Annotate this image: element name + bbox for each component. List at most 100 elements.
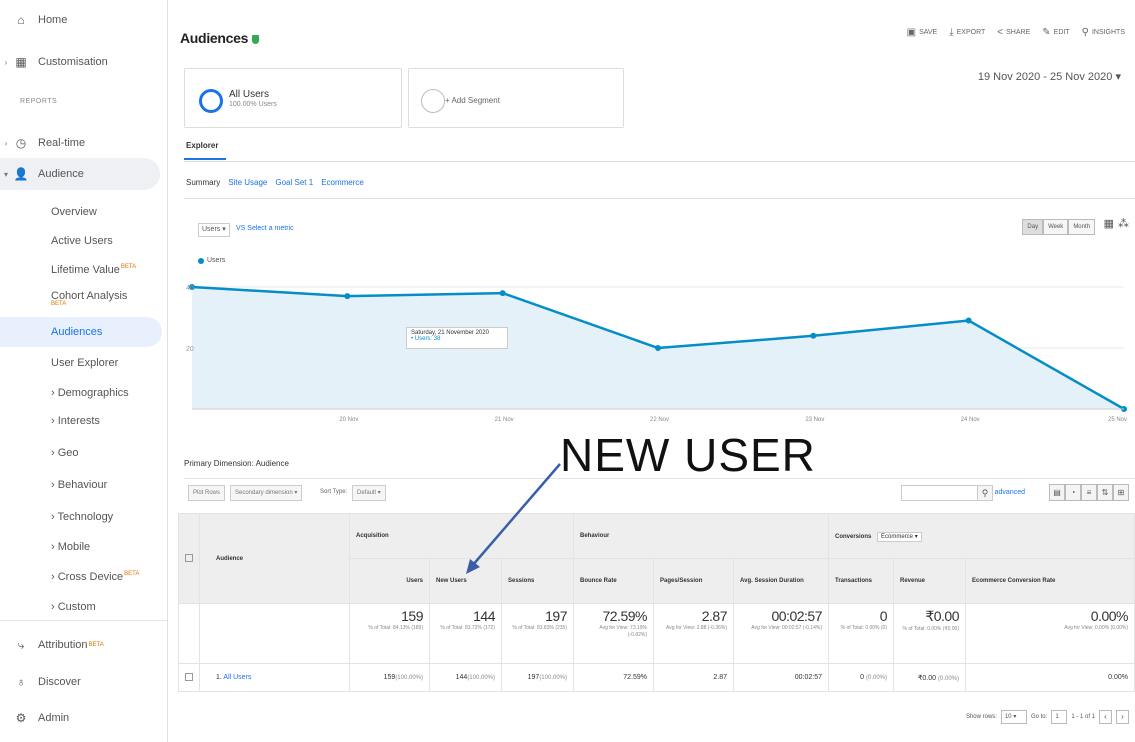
sidebar-subitem-demographics[interactable]: › Demographics	[51, 387, 129, 399]
tab-explorer[interactable]: Explorer	[184, 138, 226, 160]
insights-button[interactable]: ⚲ INSIGHTS	[1082, 27, 1125, 38]
col-pages-session[interactable]: Pages/Session	[653, 558, 734, 604]
sidebar-subitem-user-explorer[interactable]: User Explorer	[51, 357, 118, 369]
sidebar-subitem-custom[interactable]: › Custom	[51, 601, 96, 613]
sidebar-subitem-interests[interactable]: › Interests	[51, 415, 100, 427]
next-page-button[interactable]: ›	[1116, 710, 1129, 724]
search-icon[interactable]: ⚲	[977, 485, 993, 501]
subtab-ecommerce[interactable]: Ecommerce	[321, 178, 364, 187]
expand-arrow: ›	[4, 57, 8, 67]
save-icon: ▣	[906, 27, 917, 38]
col-bounce-rate[interactable]: Bounce Rate	[573, 558, 654, 604]
goto-page-input[interactable]: 1	[1051, 710, 1068, 724]
advanced-filter-link[interactable]: advanced	[995, 489, 1025, 496]
row-checkbox[interactable]	[185, 672, 193, 681]
sidebar-item-label: Real-time	[38, 137, 86, 149]
performance-view-icon[interactable]: ≡	[1081, 484, 1097, 501]
total-cell: 2.87 Avg for View: 2.88 (-0.36%)	[653, 603, 734, 664]
cell-percent: (0.00%)	[865, 675, 887, 681]
cell-value: 0	[860, 674, 865, 681]
select-all-checkbox[interactable]	[185, 553, 193, 562]
show-rows-label: Show rows:	[965, 714, 997, 720]
cell-percent: (100.00%)	[539, 675, 567, 681]
total-sub: Avg for View: 0.00% (0.00%)	[1064, 625, 1128, 631]
sidebar-subitem-cohort-analysis[interactable]: Cohort Analysis BETA	[51, 290, 127, 307]
behaviour-group-header: Behaviour	[573, 513, 829, 559]
subtab-site-usage[interactable]: Site Usage	[228, 178, 267, 187]
secondary-dimension-select[interactable]: Secondary dimension ▾	[230, 485, 303, 501]
col-transactions[interactable]: Transactions	[828, 558, 894, 604]
pivot-view-icon[interactable]: ⊞	[1113, 484, 1129, 501]
sort-type-select[interactable]: Default ▾	[352, 485, 386, 501]
subtab-summary[interactable]: Summary	[186, 178, 220, 187]
comparison-view-icon[interactable]: ⇅	[1097, 484, 1113, 501]
y-tick-label: 20	[186, 346, 194, 353]
primary-dimension-value: Audience	[255, 459, 289, 468]
row-audience-link[interactable]: All Users	[223, 674, 251, 681]
cell-value: 00:02:57	[794, 674, 822, 681]
total-cell: 00:02:57 Avg for View: 00:02:57 (-0.14%)	[733, 603, 829, 664]
sidebar-item-label: Customisation	[38, 56, 108, 68]
cell-value: 72.59%	[623, 674, 647, 681]
table-search-input[interactable]: ⚲	[901, 485, 993, 501]
row-cell: 159(100.00%)	[349, 663, 430, 692]
sidebar-subitem-geo[interactable]: › Geo	[51, 447, 79, 459]
percentage-view-icon[interactable]: ◔	[1065, 484, 1081, 501]
rows-per-page-select[interactable]: 10 ▾	[1000, 710, 1027, 724]
save-button[interactable]: ▣ SAVE	[907, 27, 938, 38]
col-sessions[interactable]: Sessions	[501, 558, 574, 604]
col-revenue[interactable]: Revenue	[893, 558, 966, 604]
sidebar-subitem-technology[interactable]: › Technology	[51, 511, 113, 523]
sidebar-subitem-cross-device[interactable]: › Cross DeviceBETA	[51, 571, 139, 583]
total-value: 197	[545, 608, 567, 624]
date-range-picker[interactable]: 19 Nov 2020 - 25 Nov 2020 ▾	[978, 70, 1121, 83]
table-group-header: Audience Acquisition Behaviour Conversio…	[178, 513, 1135, 604]
x-tick-label: 23 Nov	[805, 417, 824, 423]
dimension-header[interactable]: Audience	[199, 513, 350, 604]
total-sub: % of Total: 0.00% (0)	[840, 625, 887, 631]
total-cell: 0.00% Avg for View: 0.00% (0.00%)	[965, 603, 1135, 664]
verified-shield-icon	[252, 35, 260, 44]
gear-icon: ⚙	[15, 711, 27, 725]
total-value: 0	[879, 608, 888, 624]
sidebar-item-realtime[interactable]: › ◷ Real-time	[0, 128, 168, 158]
sidebar-item-label: Lifetime Value	[51, 264, 120, 276]
sidebar-item-label: Technology	[57, 511, 114, 523]
conversions-select[interactable]: Ecommerce ▾	[877, 531, 922, 542]
subtab-goal-set-1[interactable]: Goal Set 1	[275, 178, 313, 187]
total-cell: 72.59% Avg for View: 73.19% (-0.82%)	[573, 603, 654, 664]
cell-value: ₹0.00	[917, 674, 937, 682]
col-avg-session-duration[interactable]: Avg. Session Duration	[733, 558, 829, 604]
sidebar-subitem-lifetime-value[interactable]: Lifetime ValueBETA	[51, 264, 136, 276]
sidebar-item-attribution[interactable]: ⤷ Attribution BETA	[0, 630, 168, 660]
sidebar-item-discover[interactable]: ♁ Discover	[0, 667, 168, 697]
share-button[interactable]: < SHARE	[997, 27, 1030, 38]
sidebar-item-home[interactable]: ⌂ Home	[0, 5, 168, 35]
sidebar-subitem-overview[interactable]: Overview	[51, 206, 97, 218]
export-icon: ⤓	[949, 27, 954, 38]
sidebar-item-label: Mobile	[57, 541, 91, 553]
data-view-icon[interactable]: ▤	[1049, 484, 1065, 501]
total-cell: ₹0.00 % of Total: 0.00% (₹0.00)	[893, 603, 966, 664]
prev-page-button[interactable]: ‹	[1099, 710, 1112, 724]
insights-label: INSIGHTS	[1091, 29, 1125, 36]
segment-all-users[interactable]: All Users 100.00% Users	[184, 68, 402, 128]
export-button[interactable]: ⤓ EXPORT	[949, 27, 985, 38]
sidebar-subitem-mobile[interactable]: › Mobile	[51, 541, 90, 553]
beta-badge: BETA	[124, 571, 140, 578]
plot-rows-button[interactable]: Plot Rows	[188, 485, 226, 501]
col-ecommerce-conversion-rate[interactable]: Ecommerce Conversion Rate	[965, 558, 1135, 604]
sidebar-item-label: Attribution	[38, 639, 88, 651]
total-cell: 0% of Total: 0.00% (0)	[828, 603, 894, 664]
sidebar-item-audience[interactable]: ▾ 👤 Audience	[0, 158, 160, 190]
add-segment-label: + Add Segment	[445, 96, 500, 105]
edit-button[interactable]: ✎ EDIT	[1042, 27, 1069, 38]
sidebar-subitem-active-users[interactable]: Active Users	[51, 235, 113, 247]
col-users[interactable]: Users	[349, 558, 430, 604]
col-new-users[interactable]: New Users	[429, 558, 502, 604]
sidebar-item-customisation[interactable]: › ▦ Customisation	[0, 47, 168, 77]
sidebar-subitem-audiences[interactable]: Audiences	[0, 317, 162, 347]
add-segment-button[interactable]: + Add Segment	[408, 68, 624, 128]
sidebar-subitem-behaviour[interactable]: › Behaviour	[51, 479, 107, 491]
sidebar-item-admin[interactable]: ⚙ Admin	[0, 703, 168, 733]
